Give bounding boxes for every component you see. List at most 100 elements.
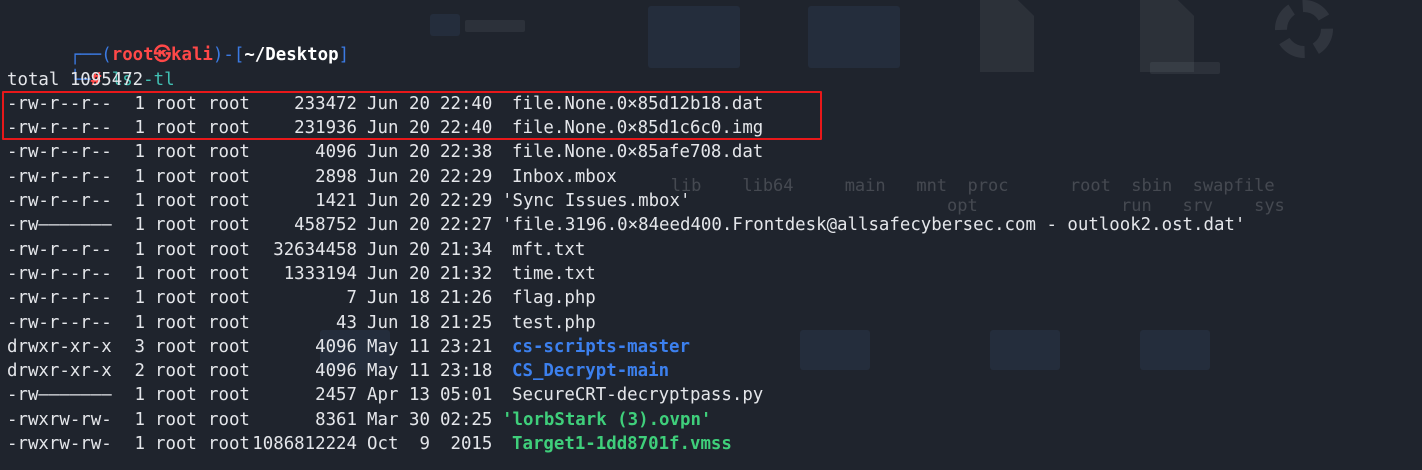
file-owner: root [155, 263, 197, 284]
file-link-count: 1 [134, 142, 145, 163]
file-time: 21:32 [440, 263, 493, 284]
file-link-count: 1 [134, 263, 145, 284]
file-owner: root [155, 409, 197, 430]
file-name: CS_Decrypt-main [512, 361, 670, 382]
file-row: -rw——————— 1 root root 2457 Apr 13 05:01 SecureC… [7, 383, 1422, 407]
file-link-count: 3 [134, 336, 145, 357]
file-size: 1421 [315, 191, 357, 212]
file-group: root [208, 312, 250, 333]
file-row: -rw-r--r-- 1 root root 43 Jun 18 21:25 test.php [7, 311, 1422, 335]
file-owner: root [155, 215, 197, 236]
file-group: root [208, 191, 250, 212]
file-owner: root [155, 336, 197, 357]
file-day: 13 [409, 385, 430, 406]
file-row: -rwxrw-rw- 1 root root 1086812224 Oct 9 2015 Ta… [7, 432, 1422, 456]
file-size: 458752 [294, 215, 357, 236]
file-owner: root [155, 385, 197, 406]
file-name: 'lorbStark (3).ovpn' [502, 409, 712, 430]
file-name: file.None.0×85afe708.dat [512, 142, 764, 163]
file-day: 20 [409, 215, 430, 236]
file-size: 8361 [315, 409, 357, 430]
file-permissions: -rw-r--r-- [7, 239, 112, 260]
file-link-count: 1 [134, 312, 145, 333]
file-time: 05:01 [440, 385, 493, 406]
file-group: root [208, 361, 250, 382]
file-permissions: -rw-r--r-- [7, 288, 112, 309]
file-time: 21:26 [440, 288, 493, 309]
file-link-count: 1 [134, 409, 145, 430]
file-permissions: -rw——————— [7, 385, 112, 406]
file-month: Oct [367, 434, 399, 455]
file-row: drwxr-xr-x 2 root root 4096 May 11 23:18 CS_Decr… [7, 359, 1422, 383]
file-month: Jun [367, 142, 399, 163]
file-name: cs-scripts-master [512, 336, 690, 357]
file-owner: root [155, 142, 197, 163]
file-name: SecureCRT-decryptpass.py [512, 385, 764, 406]
file-permissions: -rw-r--r-- [7, 166, 112, 187]
file-month: Jun [367, 166, 399, 187]
file-day: 11 [409, 336, 430, 357]
file-row: -rwxrw-rw- 1 root root 8361 Mar 30 02:25 'lorbSt… [7, 408, 1422, 432]
file-name: mft.txt [512, 239, 586, 260]
file-row: -rw-r--r-- 1 root root 4096 Jun 20 22:38 file.No… [7, 140, 1422, 164]
file-day: 18 [409, 312, 430, 333]
file-permissions: drwxr-xr-x [7, 361, 112, 382]
file-link-count: 2 [134, 361, 145, 382]
file-owner: root [155, 361, 197, 382]
file-size: 43 [336, 312, 357, 333]
file-owner: root [155, 166, 197, 187]
file-owner: root [155, 191, 197, 212]
file-name: 'file.3196.0×84eed400.Frontdesk@allsafec… [502, 215, 1246, 236]
file-row: -rw-r--r-- 1 root root 32634458 Jun 20 21:34 mft… [7, 238, 1422, 262]
file-link-count: 1 [134, 239, 145, 260]
file-permissions: drwxr-xr-x [7, 336, 112, 357]
prompt-line: ┌──(root㉿kali)-[~/Desktop] [7, 19, 1422, 65]
file-name: Target1-1dd8701f.vmss [512, 434, 732, 455]
file-month: Jun [367, 312, 399, 333]
file-group: root [208, 239, 250, 260]
file-owner: root [155, 239, 197, 260]
file-month: May [367, 361, 399, 382]
file-link-count: 1 [134, 166, 145, 187]
file-size: 2457 [315, 385, 357, 406]
file-time: 23:21 [440, 336, 493, 357]
file-row: -rw——————— 1 root root 458752 Jun 20 22:27 'file… [7, 213, 1422, 237]
file-group: root [208, 215, 250, 236]
file-size: 1333194 [283, 263, 357, 284]
file-size: 4096 [315, 361, 357, 382]
file-permissions: -rwxrw-rw- [7, 434, 112, 455]
file-size: 2898 [315, 166, 357, 187]
file-size: 1086812224 [252, 434, 357, 455]
file-time: 02:25 [440, 409, 493, 430]
file-month: Jun [367, 263, 399, 284]
file-link-count: 1 [134, 215, 145, 236]
highlight-box [2, 91, 822, 140]
file-permissions: -rw——————— [7, 215, 112, 236]
file-row: -rw-r--r-- 1 root root 7 Jun 18 21:26 flag.php [7, 286, 1422, 310]
command-line: └─# ls -tl [7, 43, 1422, 90]
file-month: Jun [367, 288, 399, 309]
file-link-count: 1 [134, 434, 145, 455]
terminal-output: ┌──(root㉿kali)-[~/Desktop] └─# ls -tl to… [7, 19, 1422, 456]
file-owner: root [155, 312, 197, 333]
file-time: 22:29 [440, 166, 493, 187]
file-link-count: 1 [134, 191, 145, 212]
file-permissions: -rw-r--r-- [7, 142, 112, 163]
file-group: root [208, 142, 250, 163]
file-size: 7 [346, 288, 357, 309]
file-day: 20 [409, 166, 430, 187]
file-day: 20 [409, 263, 430, 284]
file-group: root [208, 263, 250, 284]
terminal-window[interactable]: ┌──(root㉿kali)-[~/Desktop] └─# ls -tl to… [0, 0, 1422, 470]
file-day: 20 [409, 191, 430, 212]
file-name: time.txt [512, 263, 596, 284]
file-time: 21:25 [440, 312, 493, 333]
file-owner: root [155, 288, 197, 309]
file-month: Jun [367, 215, 399, 236]
file-time: 21:34 [440, 239, 493, 260]
file-name: test.php [512, 312, 596, 333]
file-listing: -rw-r--r-- 1 root root 233472 Jun 20 22:40 file.… [7, 92, 1422, 456]
file-name: flag.php [512, 288, 596, 309]
file-day: 20 [409, 142, 430, 163]
file-month: Mar [367, 409, 399, 430]
